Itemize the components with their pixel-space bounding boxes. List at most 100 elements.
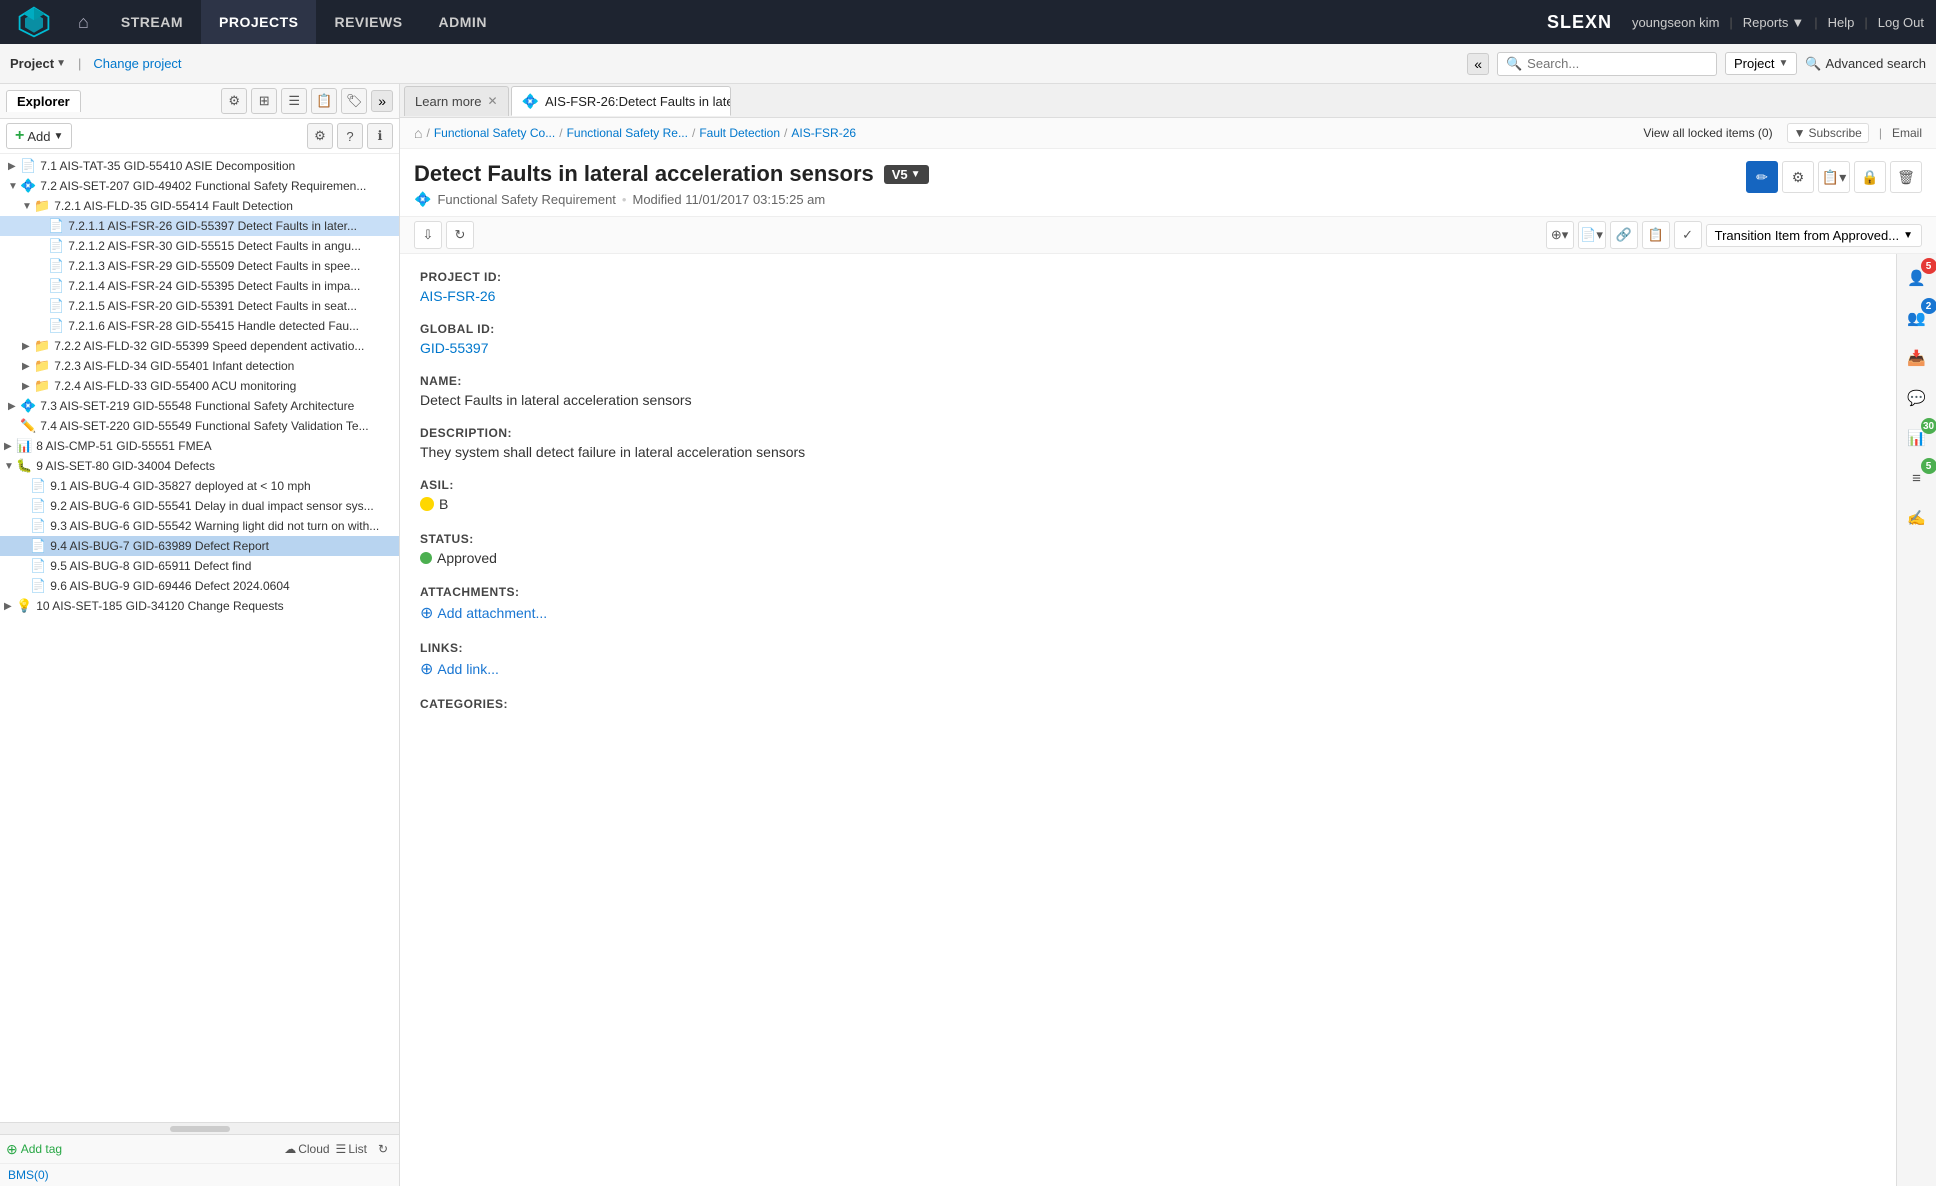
subscribe-button[interactable]: ▼ Subscribe bbox=[1787, 123, 1869, 143]
global-id-value[interactable]: GID-55397 bbox=[420, 340, 1876, 356]
advanced-search-button[interactable]: 🔍 Advanced search bbox=[1805, 56, 1926, 72]
email-button[interactable]: Email bbox=[1892, 126, 1922, 140]
settings-icon[interactable]: ⚙ bbox=[307, 123, 333, 149]
lock-button[interactable]: 🔒 bbox=[1854, 161, 1886, 193]
nav-projects[interactable]: PROJECTS bbox=[201, 0, 316, 44]
list-view-icon[interactable]: ☰ bbox=[281, 88, 307, 114]
list-item[interactable]: 📄 7.2.1.5 AIS-FSR-20 GID-55391 Detect Fa… bbox=[0, 296, 399, 316]
plus-circle-icon: ⊕ bbox=[420, 659, 433, 679]
list-item[interactable]: ▶ 💡 10 AIS-SET-185 GID-34120 Change Requ… bbox=[0, 596, 399, 616]
change-project-link[interactable]: Change project bbox=[93, 56, 181, 71]
tab-label: AIS-FSR-26:Detect Faults in late... bbox=[545, 94, 731, 109]
list-item[interactable]: ▶ 📁 7.2.3 AIS-FLD-34 GID-55401 Infant de… bbox=[0, 356, 399, 376]
history-button[interactable]: ≡ 5 bbox=[1901, 462, 1933, 494]
breadcrumb-item-4[interactable]: AIS-FSR-26 bbox=[791, 126, 856, 140]
list-item[interactable]: ▶ 📊 8 AIS-CMP-51 GID-55551 FMEA bbox=[0, 436, 399, 456]
chat-button[interactable]: 💬 bbox=[1901, 382, 1933, 414]
list-item[interactable]: 📄 9.3 AIS-BUG-6 GID-55542 Warning light … bbox=[0, 516, 399, 536]
search-input[interactable] bbox=[1527, 56, 1708, 71]
add-attachment-button[interactable]: ⊕ Add attachment... bbox=[420, 603, 1876, 623]
followers-button[interactable]: 👥 2 bbox=[1901, 302, 1933, 334]
list-item[interactable]: ▶ 📁 7.2.4 AIS-FLD-33 GID-55400 ACU monit… bbox=[0, 376, 399, 396]
info-icon[interactable]: ℹ bbox=[367, 123, 393, 149]
help-link[interactable]: Help bbox=[1828, 15, 1855, 30]
filter-icon[interactable]: ⚙ bbox=[221, 88, 247, 114]
list-item[interactable]: 📄 9.1 AIS-BUG-4 GID-35827 deployed at < … bbox=[0, 476, 399, 496]
collapse-left-button[interactable]: » bbox=[371, 90, 393, 112]
list-item[interactable]: ▼ 💠 7.2 AIS-SET-207 GID-49402 Functional… bbox=[0, 176, 399, 196]
refresh-button[interactable]: ↻ bbox=[373, 1139, 393, 1159]
delete-button[interactable]: 🗑 bbox=[1890, 161, 1922, 193]
list-item[interactable]: 📄 9.5 AIS-BUG-8 GID-65911 Defect find bbox=[0, 556, 399, 576]
approve-button[interactable]: ✓ bbox=[1674, 221, 1702, 249]
bms-label[interactable]: BMS(0) bbox=[0, 1163, 399, 1186]
home-breadcrumb-icon[interactable]: ⌂ bbox=[414, 125, 422, 141]
breadcrumb-item-2[interactable]: Functional Safety Re... bbox=[567, 126, 688, 140]
copy-item-button[interactable]: 📄▾ bbox=[1578, 221, 1606, 249]
list-item[interactable]: 📄 7.2.1.1 AIS-FSR-26 GID-55397 Detect Fa… bbox=[0, 216, 399, 236]
link-button[interactable]: 🔗 bbox=[1610, 221, 1638, 249]
tab-learn-more[interactable]: Learn more ✕ bbox=[404, 86, 509, 116]
add-child-button[interactable]: ⊕▾ bbox=[1546, 221, 1574, 249]
list-button[interactable]: ☰ List bbox=[336, 1142, 367, 1156]
list-item[interactable]: ▶ 📁 7.2.2 AIS-FLD-32 GID-55399 Speed dep… bbox=[0, 336, 399, 356]
comments-button[interactable]: 👤 5 bbox=[1901, 262, 1933, 294]
nav-reviews[interactable]: REVIEWS bbox=[316, 0, 420, 44]
document-icon[interactable]: 📋 bbox=[311, 88, 337, 114]
reports-btn[interactable]: Reports ▼ bbox=[1743, 15, 1804, 30]
add-link-button[interactable]: ⊕ Add link... bbox=[420, 659, 1876, 679]
second-bar: Project ▼ | Change project « 🔍 Project ▼… bbox=[0, 44, 1936, 84]
breadcrumb-item-1[interactable]: Functional Safety Co... bbox=[434, 126, 555, 140]
nav-stream[interactable]: STREAM bbox=[103, 0, 201, 44]
grid-view-icon[interactable]: ⊞ bbox=[251, 88, 277, 114]
view-locked-items[interactable]: View all locked items (0) bbox=[1643, 126, 1772, 140]
list-item[interactable]: 📄 7.2.1.4 AIS-FSR-24 GID-55395 Detect Fa… bbox=[0, 276, 399, 296]
categories-label: CATEGORIES: bbox=[420, 697, 1876, 711]
project-selector[interactable]: Project ▼ bbox=[1725, 52, 1797, 75]
plus-circle-icon: ⊕ bbox=[420, 603, 433, 623]
home-icon[interactable]: ⌂ bbox=[64, 12, 103, 33]
logout-link[interactable]: Log Out bbox=[1878, 15, 1924, 30]
list-item[interactable]: 📄 7.2.1.6 AIS-FSR-28 GID-55415 Handle de… bbox=[0, 316, 399, 336]
project-label[interactable]: Project ▼ bbox=[10, 56, 66, 71]
add-tag-button[interactable]: ⊕ Add tag bbox=[6, 1141, 62, 1158]
project-id-value[interactable]: AIS-FSR-26 bbox=[420, 288, 1876, 304]
field-description: DESCRIPTION: They system shall detect fa… bbox=[420, 426, 1876, 460]
workflow-icon: 📥 bbox=[1907, 349, 1926, 367]
list-item[interactable]: ▶ 📄 7.1 AIS-TAT-35 GID-55410 ASIE Decomp… bbox=[0, 156, 399, 176]
more-actions-button[interactable]: 📋▾ bbox=[1818, 161, 1850, 193]
activity-button[interactable]: 📊 30 bbox=[1901, 422, 1933, 454]
username[interactable]: youngseon kim bbox=[1632, 15, 1719, 30]
refresh-item-button[interactable]: ↻ bbox=[446, 221, 474, 249]
explorer-tab[interactable]: Explorer bbox=[6, 90, 81, 112]
nav-admin[interactable]: ADMIN bbox=[421, 0, 505, 44]
move-button[interactable]: 📋 bbox=[1642, 221, 1670, 249]
item-title-area: Detect Faults in lateral acceleration se… bbox=[414, 161, 1736, 208]
breadcrumb-item-3[interactable]: Fault Detection bbox=[699, 126, 780, 140]
copy-button[interactable]: ⚙ bbox=[1782, 161, 1814, 193]
collapse-panel-button[interactable]: « bbox=[1467, 53, 1489, 75]
list-item[interactable]: ▼ 🐛 9 AIS-SET-80 GID-34004 Defects bbox=[0, 456, 399, 476]
list-item[interactable]: 📄 9.2 AIS-BUG-6 GID-55541 Delay in dual … bbox=[0, 496, 399, 516]
workflow-button[interactable]: 📥 bbox=[1901, 342, 1933, 374]
list-item[interactable]: 📄 9.6 AIS-BUG-9 GID-69446 Defect 2024.06… bbox=[0, 576, 399, 596]
list-item[interactable]: ✏️ 7.4 AIS-SET-220 GID-55549 Functional … bbox=[0, 416, 399, 436]
list-item[interactable]: 📄 7.2.1.3 AIS-FSR-29 GID-55509 Detect Fa… bbox=[0, 256, 399, 276]
signature-button[interactable]: ✍ bbox=[1901, 502, 1933, 534]
transition-select[interactable]: Transition Item from Approved... ▼ bbox=[1706, 224, 1922, 247]
help-icon[interactable]: ? bbox=[337, 123, 363, 149]
list-item[interactable]: 📄 7.2.1.2 AIS-FSR-30 GID-55515 Detect Fa… bbox=[0, 236, 399, 256]
version-badge[interactable]: V5 ▼ bbox=[884, 165, 929, 184]
cloud-button[interactable]: ☁ Cloud bbox=[284, 1142, 329, 1156]
edit-button[interactable]: ✏ bbox=[1746, 161, 1778, 193]
list-item[interactable]: ▶ 💠 7.3 AIS-SET-219 GID-55548 Functional… bbox=[0, 396, 399, 416]
list-item[interactable]: ▼ 📁 7.2.1 AIS-FLD-35 GID-55414 Fault Det… bbox=[0, 196, 399, 216]
left-panel-header: Explorer ⚙ ⊞ ☰ 📋 🏷 » bbox=[0, 84, 399, 119]
list-item[interactable]: 📄 9.4 AIS-BUG-7 GID-63989 Defect Report bbox=[0, 536, 399, 556]
add-button[interactable]: + Add ▼ bbox=[6, 123, 72, 149]
project-id-label: PROJECT ID: bbox=[420, 270, 1876, 284]
tag-icon[interactable]: 🏷 bbox=[341, 88, 367, 114]
collapse-all-button[interactable]: ⇩ bbox=[414, 221, 442, 249]
close-tab-icon[interactable]: ✕ bbox=[487, 94, 497, 108]
tab-ais-fsr-26[interactable]: 💠 AIS-FSR-26:Detect Faults in late... ✕ bbox=[511, 86, 731, 116]
